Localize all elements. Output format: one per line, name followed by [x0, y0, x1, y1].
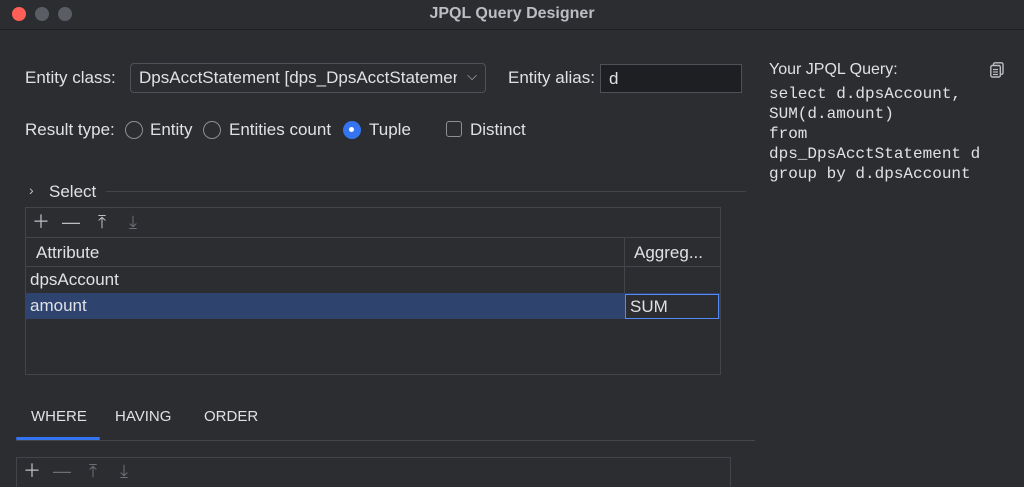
query-line: select d.dpsAccount,: [769, 85, 962, 103]
entity-class-value: DpsAcctStatement [dps_DpsAcctStatement]: [139, 68, 457, 87]
radio-entities-count[interactable]: [203, 121, 221, 139]
column-header-attribute[interactable]: Attribute: [36, 243, 99, 263]
move-down-icon: ⤓: [129, 212, 137, 232]
radio-entities-count-label[interactable]: Entities count: [229, 120, 331, 140]
aggregate-cell-editor[interactable]: SUM: [625, 294, 719, 319]
title-bar: JPQL Query Designer: [0, 0, 1024, 30]
add-icon[interactable]: ＋: [31, 213, 51, 231]
tab-order[interactable]: ORDER: [204, 408, 258, 425]
entity-class-combo[interactable]: DpsAcctStatement [dps_DpsAcctStatement] …: [130, 63, 486, 93]
tab-where[interactable]: WHERE: [31, 408, 87, 425]
table-row[interactable]: dpsAccount: [26, 267, 720, 293]
chevron-right-icon[interactable]: ›: [29, 182, 34, 198]
result-type-label: Result type:: [25, 120, 115, 139]
distinct-label[interactable]: Distinct: [470, 120, 526, 140]
move-down-icon: ⤓: [120, 461, 128, 481]
add-icon[interactable]: ＋: [22, 462, 42, 480]
radio-tuple[interactable]: [343, 121, 361, 139]
distinct-checkbox[interactable]: [446, 121, 462, 137]
query-line: group by d.dpsAccount: [769, 165, 971, 183]
query-line: SUM(d.amount): [769, 105, 894, 123]
entity-alias-label: Entity alias:: [508, 68, 595, 87]
query-line: from: [769, 125, 808, 143]
radio-entity[interactable]: [125, 121, 143, 139]
query-label: Your JPQL Query:: [769, 61, 898, 78]
column-header-aggregate[interactable]: Aggreg...: [634, 243, 703, 263]
remove-icon[interactable]: —: [61, 213, 81, 231]
entity-class-label: Entity class:: [25, 68, 116, 87]
attribute-cell: dpsAccount: [30, 270, 119, 289]
entity-alias-input[interactable]: [600, 64, 742, 93]
move-up-icon: ⤒: [89, 461, 97, 481]
chevron-down-icon: ⌵: [467, 68, 477, 83]
move-up-icon[interactable]: ⤒: [92, 213, 112, 231]
copy-icon[interactable]: [990, 62, 1004, 78]
tabs-divider: [16, 440, 755, 441]
window-title: JPQL Query Designer: [429, 5, 595, 22]
select-section-title[interactable]: Select: [49, 182, 96, 202]
table-row[interactable]: amount: [26, 293, 720, 319]
radio-tuple-label[interactable]: Tuple: [369, 120, 411, 140]
query-line: dps_DpsAcctStatement d: [769, 145, 981, 163]
table-header: Attribute Aggreg...: [26, 238, 720, 267]
remove-icon: —: [53, 461, 71, 481]
radio-entity-label[interactable]: Entity: [150, 120, 193, 140]
attribute-cell: amount: [30, 296, 87, 315]
select-section-divider: [106, 191, 746, 192]
tab-having[interactable]: HAVING: [115, 408, 171, 425]
